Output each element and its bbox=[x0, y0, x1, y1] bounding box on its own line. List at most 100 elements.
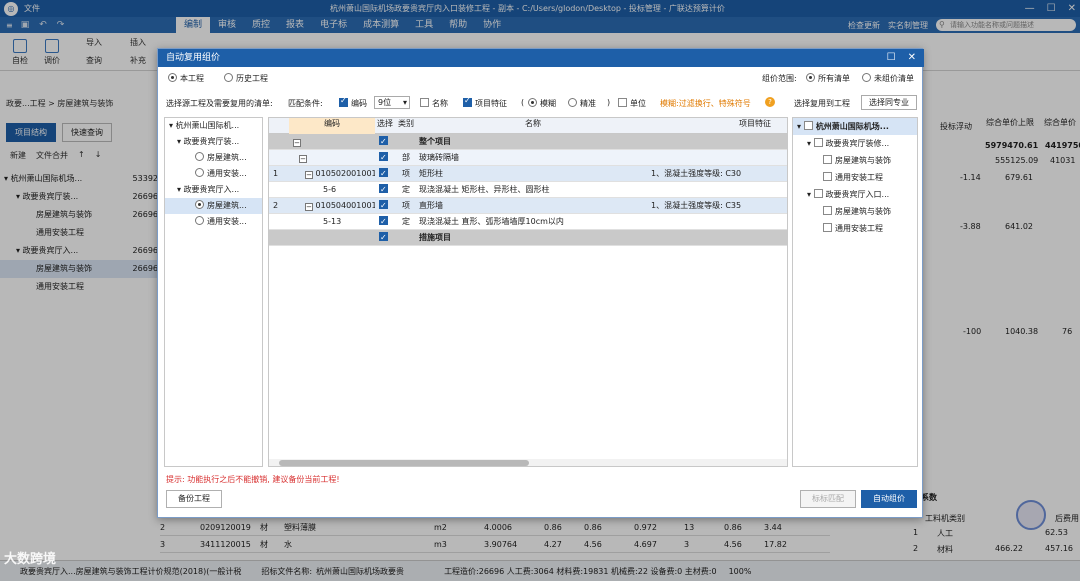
collapse-icon[interactable]: − bbox=[305, 171, 313, 179]
code-cell: 5-6 bbox=[323, 185, 337, 194]
source-tree-item[interactable]: ▾ 杭州萧山国际机... bbox=[165, 118, 262, 134]
open-paren: ( bbox=[521, 98, 525, 107]
feature-checkbox[interactable]: 项目特征 bbox=[463, 96, 507, 109]
row-index bbox=[273, 230, 287, 246]
help-icon[interactable]: ? bbox=[765, 97, 775, 107]
col-type-header: 类别 bbox=[398, 119, 414, 128]
target-checkbox[interactable] bbox=[813, 189, 823, 198]
select-checkbox[interactable] bbox=[379, 182, 388, 197]
select-cell bbox=[379, 150, 393, 166]
dialog-title-bar: 自动复用组价 ☐ ✕ bbox=[158, 49, 924, 67]
radio-this-project[interactable]: 本工程 bbox=[168, 73, 204, 84]
row-index: 2 bbox=[273, 201, 279, 210]
code-cell bbox=[305, 230, 375, 246]
select-checkbox[interactable] bbox=[379, 230, 388, 245]
scope-all-radio[interactable]: 所有清单 bbox=[806, 73, 850, 84]
source-tree-item[interactable]: ▾ 政要贵宾厅入... bbox=[165, 182, 262, 198]
target-tree-item[interactable]: ▾ 杭州萧山国际机场... bbox=[793, 118, 917, 135]
select-checkbox[interactable] bbox=[379, 166, 388, 181]
match-button[interactable]: 标标匹配 bbox=[800, 490, 856, 508]
dialog-title: 自动复用组价 bbox=[166, 53, 221, 63]
select-checkbox[interactable] bbox=[379, 198, 388, 213]
fuzzy-radio[interactable]: 模糊 bbox=[528, 98, 556, 109]
feature-cell bbox=[651, 182, 787, 198]
row-index bbox=[273, 182, 287, 198]
select-cell bbox=[379, 182, 393, 198]
scope-label: 组价范围: bbox=[762, 74, 797, 83]
collapse-icon[interactable]: − bbox=[293, 139, 301, 147]
code-cell: 5-13 bbox=[323, 217, 342, 226]
grid-row[interactable]: 1 − 010502001001 项矩形柱 1、混凝土强度等级: C30 bbox=[269, 166, 787, 182]
target-checkbox[interactable] bbox=[823, 223, 832, 232]
exact-radio[interactable]: 精准 bbox=[568, 98, 596, 109]
match-label: 匹配条件: bbox=[288, 99, 323, 108]
scroll-thumb[interactable] bbox=[279, 460, 529, 466]
radio-icon[interactable] bbox=[195, 168, 204, 177]
target-tree-item[interactable]: ▾ 政要贵宾厅入口... bbox=[793, 186, 917, 203]
dialog-close-icon[interactable]: ✕ bbox=[908, 49, 916, 67]
unit-checkbox[interactable]: 单位 bbox=[618, 98, 646, 109]
grid-row[interactable]: − 整个项目 bbox=[269, 134, 787, 150]
collapse-icon[interactable]: − bbox=[305, 203, 313, 211]
source-tree-item[interactable]: 通用安装... bbox=[165, 166, 262, 182]
target-project-tree: ▾ 杭州萧山国际机场... ▾ 政要贵宾厅装修... 房屋建筑与装饰 通用安装工程 ▾ … bbox=[792, 117, 918, 467]
type-cell: 项 bbox=[402, 201, 410, 210]
radio-icon[interactable] bbox=[195, 152, 204, 161]
target-tree-item[interactable]: 房屋建筑与装饰 bbox=[793, 152, 917, 169]
bill-grid: 编码 选择 类别 名称 项目特征 − 整个项目− 部玻璃砖隔墙1− 010502… bbox=[268, 117, 788, 467]
radio-on-icon bbox=[168, 73, 177, 82]
grid-row[interactable]: 措施项目 bbox=[269, 230, 787, 246]
select-cell bbox=[379, 214, 393, 230]
backup-project-button[interactable]: 备份工程 bbox=[166, 490, 222, 508]
source-tree-item[interactable]: 通用安装... bbox=[165, 214, 262, 230]
code-digits-select[interactable]: 9位 ▾ bbox=[374, 96, 410, 109]
row-index bbox=[273, 134, 287, 150]
target-tree-item[interactable]: ▾ 政要贵宾厅装修... bbox=[793, 135, 917, 152]
collapse-icon[interactable]: − bbox=[299, 155, 307, 163]
radio-icon[interactable] bbox=[195, 216, 204, 225]
target-label: 选择复用到工程 bbox=[794, 99, 850, 108]
select-checkbox[interactable] bbox=[379, 134, 388, 149]
target-checkbox[interactable] bbox=[823, 206, 832, 215]
target-checkbox[interactable] bbox=[813, 138, 823, 147]
feature-cell: 1、混凝土强度等级: C35 bbox=[651, 201, 742, 210]
select-checkbox[interactable] bbox=[379, 214, 388, 229]
target-tree-item[interactable]: 通用安装工程 bbox=[793, 169, 917, 186]
checkbox-off-icon bbox=[420, 98, 429, 107]
grid-row[interactable]: 2 − 010504001001 项直形墙 1、混凝土强度等级: C35 bbox=[269, 198, 787, 214]
type-cell: 项 bbox=[402, 169, 410, 178]
source-tree-item[interactable]: ▾ 政要贵宾厅装... bbox=[165, 134, 262, 150]
select-cell bbox=[379, 198, 393, 214]
code-cell: − bbox=[299, 150, 375, 166]
radio-on-icon bbox=[806, 73, 815, 82]
target-checkbox[interactable] bbox=[803, 121, 813, 130]
expand-arrow-icon[interactable]: ▾ bbox=[797, 122, 804, 131]
grid-row[interactable]: − 部玻璃砖隔墙 bbox=[269, 150, 787, 166]
grid-row[interactable]: 5-13 定现浇混凝土 直形、弧形墙墙厚10cm以内 bbox=[269, 214, 787, 230]
target-checkbox[interactable] bbox=[823, 172, 832, 181]
grid-row[interactable]: 5-6 定现浇混凝土 矩形柱、异形柱、圆形柱 bbox=[269, 182, 787, 198]
radio-history-project[interactable]: 历史工程 bbox=[224, 73, 268, 84]
code-cell: − 010502001001 bbox=[305, 169, 375, 179]
target-tree-item[interactable]: 房屋建筑与装饰 bbox=[793, 203, 917, 220]
source-tree-item[interactable]: 房屋建筑... bbox=[165, 198, 262, 214]
radio-icon[interactable] bbox=[195, 200, 204, 209]
scope-none-radio[interactable]: 未组价清单 bbox=[862, 73, 914, 84]
target-tree-item[interactable]: 通用安装工程 bbox=[793, 220, 917, 237]
same-major-button[interactable]: 选择同专业 bbox=[861, 95, 917, 110]
dialog-maximize-icon[interactable]: ☐ bbox=[887, 49, 896, 67]
radio-off-icon bbox=[862, 73, 871, 82]
name-checkbox[interactable]: 名称 bbox=[420, 98, 448, 109]
select-cell bbox=[379, 230, 393, 246]
code-checkbox[interactable]: 编码 bbox=[339, 96, 367, 109]
col-code-header: 编码 bbox=[289, 118, 375, 134]
select-checkbox[interactable] bbox=[379, 150, 388, 165]
watermark: 大数跨境 bbox=[4, 552, 57, 567]
feature-cell bbox=[651, 134, 787, 150]
source-tree-item[interactable]: 房屋建筑... bbox=[165, 150, 262, 166]
code-cell: − bbox=[293, 134, 375, 150]
target-checkbox[interactable] bbox=[823, 155, 832, 164]
row-index: 1 bbox=[273, 169, 279, 178]
auto-pricing-button[interactable]: 自动组价 bbox=[861, 490, 917, 508]
horizontal-scrollbar[interactable] bbox=[269, 459, 787, 466]
